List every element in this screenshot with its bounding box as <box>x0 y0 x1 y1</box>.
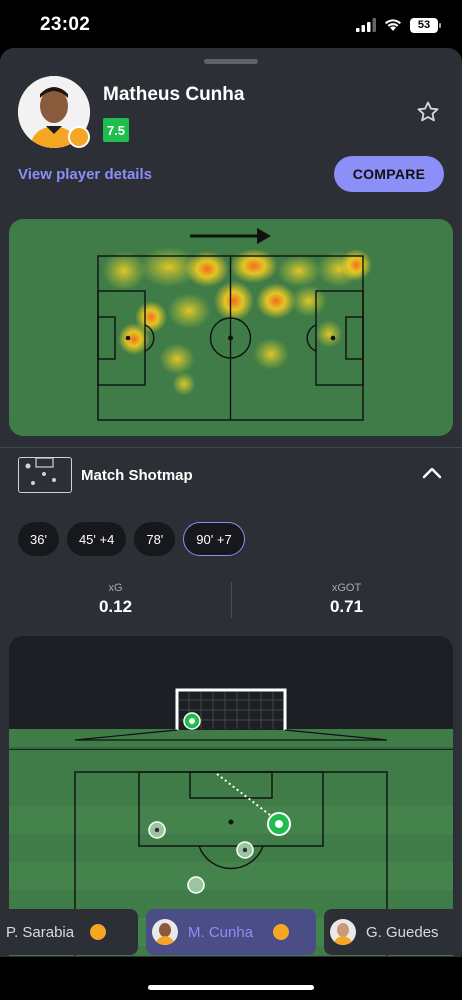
shot-chip[interactable]: 36' <box>18 522 59 556</box>
player-tabs: P. Sarabia M. Cunha G. Guedes <box>0 909 462 957</box>
player-name: Matheus Cunha <box>103 84 245 105</box>
status-bar: 23:02 53 <box>0 0 462 48</box>
goal-area-strip <box>9 729 453 749</box>
player-tab-cunha[interactable]: M. Cunha <box>146 909 316 955</box>
xg-stat: xG 0.12 <box>0 582 231 617</box>
player-tab-label: G. Guedes <box>366 923 439 941</box>
player-tab-sarabia[interactable]: P. Sarabia <box>0 909 138 955</box>
shotmap-view <box>9 636 453 956</box>
status-icons: 53 <box>356 16 441 34</box>
view-player-details-link[interactable]: View player details <box>18 166 152 183</box>
shotmap-header[interactable]: Match Shotmap <box>0 448 462 500</box>
shot-origin[interactable] <box>236 841 254 859</box>
attack-direction-arrow <box>190 228 271 244</box>
signal-icon <box>356 18 376 32</box>
xgot-label: xGOT <box>331 582 362 594</box>
star-icon[interactable] <box>416 100 440 124</box>
xg-label: xG <box>108 582 123 594</box>
player-tab-avatar <box>152 919 178 945</box>
shot-origin-selected[interactable] <box>267 812 291 836</box>
xgot-stat: xGOT 0.71 <box>231 582 462 617</box>
wolves-badge-icon <box>273 924 290 940</box>
player-sheet: Matheus Cunha 7.5 View player details CO… <box>0 48 462 1000</box>
player-tab-label: M. Cunha <box>188 923 254 941</box>
battery-icon: 53 <box>410 17 441 33</box>
home-indicator-area <box>0 957 462 1000</box>
wolves-badge-icon <box>90 924 107 940</box>
compare-button[interactable]: COMPARE <box>334 156 444 192</box>
player-tab-guedes[interactable]: G. Guedes <box>324 909 462 955</box>
xg-stats: xG 0.12 xGOT 0.71 <box>0 582 462 622</box>
shotmap-icon <box>18 457 72 493</box>
shot-chip-selected[interactable]: 90' +7 <box>183 522 245 556</box>
shot-selector: 36' 45' +4 78' 90' +7 <box>18 522 245 556</box>
home-indicator[interactable] <box>148 985 314 990</box>
sheet-grabber[interactable] <box>204 59 258 64</box>
heat-spots <box>102 247 372 396</box>
player-heatmap <box>9 219 453 436</box>
xgot-value: 0.71 <box>329 597 364 616</box>
shotmap-title: Match Shotmap <box>81 467 193 484</box>
shot-chip[interactable]: 45' +4 <box>66 522 127 556</box>
shot-origin[interactable] <box>148 821 166 839</box>
wolves-badge-icon <box>68 126 90 148</box>
shot-origin[interactable] <box>187 876 205 894</box>
shot-chip[interactable]: 78' <box>134 522 176 556</box>
player-rating: 7.5 <box>103 118 129 142</box>
player-tab-avatar <box>330 919 356 945</box>
wifi-icon <box>385 19 401 31</box>
chevron-up-icon[interactable] <box>422 465 442 479</box>
goal-shot-marker <box>183 712 201 730</box>
player-tab-label: P. Sarabia <box>6 923 75 941</box>
xg-value: 0.12 <box>98 597 133 616</box>
status-time: 23:02 <box>40 14 91 35</box>
